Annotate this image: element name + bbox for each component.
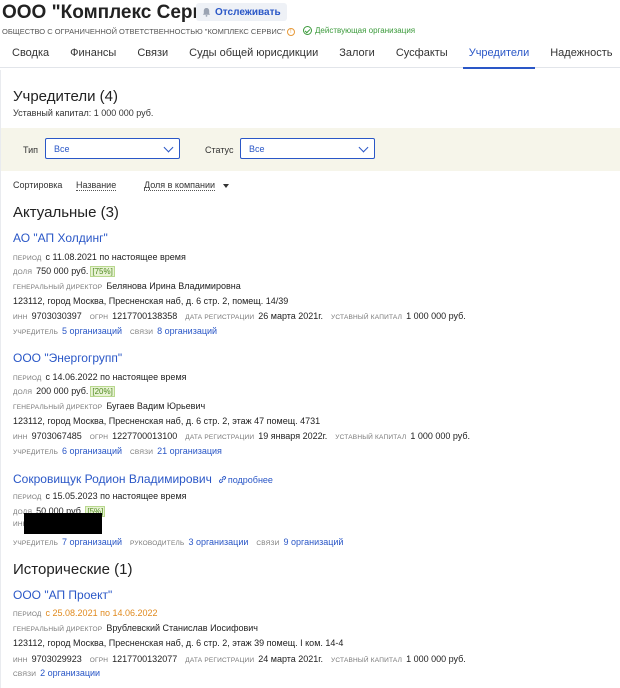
relations-row: связи 2 организации — [13, 668, 101, 678]
track-button[interactable]: Отслеживать — [196, 3, 287, 21]
address-row: 123112, город Москва, Пресненская наб, д… — [13, 638, 344, 648]
director-row: генеральный директор Бугаев Вадим Юрьевич — [13, 401, 206, 411]
org-header: ООО "Комплекс Сервис" Отслеживать ОБЩЕСТ… — [0, 0, 620, 42]
org-full-name: ОБЩЕСТВО С ОГРАНИЧЕННОЙ ОТВЕТСТВЕННОСТЬЮ… — [2, 27, 295, 37]
period-row: период с 15.05.2023 по настоящее время — [13, 491, 187, 501]
filter-bar: Тип Все Статус Все — [1, 128, 620, 171]
sort-by-share[interactable]: Доля в компании — [144, 180, 216, 191]
chevron-down-icon — [358, 142, 369, 153]
founders-panel: Учредители (4) Уставный капитал: 1 000 0… — [0, 70, 620, 688]
actual-title: Актуальные (3) — [13, 204, 119, 221]
status-filter-label: Статус — [205, 145, 234, 155]
address-row: 123112, город Москва, Пресненская наб, д… — [13, 416, 321, 426]
tab-links[interactable]: Связи — [137, 42, 168, 68]
bell-icon — [202, 7, 211, 17]
links-orgs-link[interactable]: 8 организаций — [157, 326, 217, 336]
sort-by-name[interactable]: Название — [76, 180, 117, 191]
requisites-row: инн 9703029923 огрн 1217700132077 дата рег… — [13, 654, 466, 664]
period-row: период с 11.08.2021 по настоящее время — [13, 252, 186, 262]
sort-caret-icon — [223, 184, 229, 188]
track-button-label: Отслеживать — [215, 6, 281, 18]
tab-courts[interactable]: Суды общей юрисдикции — [189, 42, 318, 68]
address-row: 123112, город Москва, Пресненская наб, д… — [13, 296, 289, 306]
tab-summary[interactable]: Сводка — [12, 42, 49, 68]
founders-title: Учредители (4) — [13, 88, 119, 105]
links-orgs-link[interactable]: 2 организации — [40, 668, 100, 678]
founder-orgs-link[interactable]: 6 организаций — [62, 446, 122, 456]
share-row: доля 200 000 руб. [20%] — [13, 386, 115, 397]
requisites-row: инн 9703030397 огрн 1217700138358 дата рег… — [13, 311, 466, 321]
founder-name-link[interactable]: АО "АП Холдинг" — [13, 231, 108, 245]
status-filter-select[interactable]: Все — [240, 138, 375, 159]
period-row: период с 14.06.2022 по настоящее время — [13, 372, 187, 382]
tab-reliability[interactable]: Надежность — [550, 42, 612, 68]
founder-name-link[interactable]: Сокровищук Родион Владимирович — [13, 472, 212, 486]
requisites-row: инн 9703067485 огрн 1227700013100 дата рег… — [13, 431, 471, 441]
founder-name-link[interactable]: ООО "АП Проект" — [13, 588, 112, 602]
relations-row: учредитель 7 организаций руководитель 3 ор… — [13, 537, 344, 547]
sort-label: Сортировка — [13, 180, 63, 190]
redacted-block — [24, 513, 102, 534]
tab-finance[interactable]: Финансы — [70, 42, 116, 68]
founder-orgs-link[interactable]: 5 организаций — [62, 326, 122, 336]
founder-orgs-link[interactable]: 7 организаций — [62, 537, 122, 547]
period-row: период с 25.08.2021 по 14.06.2022 — [13, 608, 158, 618]
link-icon — [218, 475, 226, 484]
section-tabs: Сводка Финансы Связи Суды общей юрисдикц… — [0, 42, 620, 69]
more-link[interactable]: подробнее — [218, 475, 273, 485]
links-orgs-link[interactable]: 9 организаций — [284, 537, 344, 547]
director-row: генеральный директор Врублевский Станисла… — [13, 623, 258, 633]
tab-pledges[interactable]: Залоги — [339, 42, 375, 68]
director-row: генеральный директор Белянова Ирина Влади… — [13, 281, 241, 291]
founder-person-entry: Сокровищук Родион Владимирович подробнее — [13, 472, 273, 486]
info-icon[interactable]: ! — [286, 28, 295, 37]
check-circle-icon — [303, 26, 312, 35]
founder-name-link[interactable]: ООО "Энергогрупп" — [13, 351, 122, 365]
relations-row: учредитель 6 организаций связи 21 организа… — [13, 446, 222, 456]
tab-facts[interactable]: Сусфакты — [396, 42, 448, 68]
type-filter-select[interactable]: Все — [45, 138, 180, 159]
chevron-down-icon — [163, 142, 174, 153]
historic-title: Исторические (1) — [13, 561, 133, 578]
share-row: доля 750 000 руб. [75%] — [13, 266, 115, 277]
head-orgs-link[interactable]: 3 организации — [188, 537, 248, 547]
org-status: Действующая организация — [303, 26, 415, 35]
type-filter-label: Тип — [23, 145, 39, 155]
tab-founders[interactable]: Учредители — [462, 42, 535, 69]
links-orgs-link[interactable]: 21 организация — [157, 446, 222, 456]
relations-row: учредитель 5 организаций связи 8 организац… — [13, 326, 218, 336]
authorized-capital: Уставный капитал: 1 000 000 руб. — [13, 108, 154, 118]
